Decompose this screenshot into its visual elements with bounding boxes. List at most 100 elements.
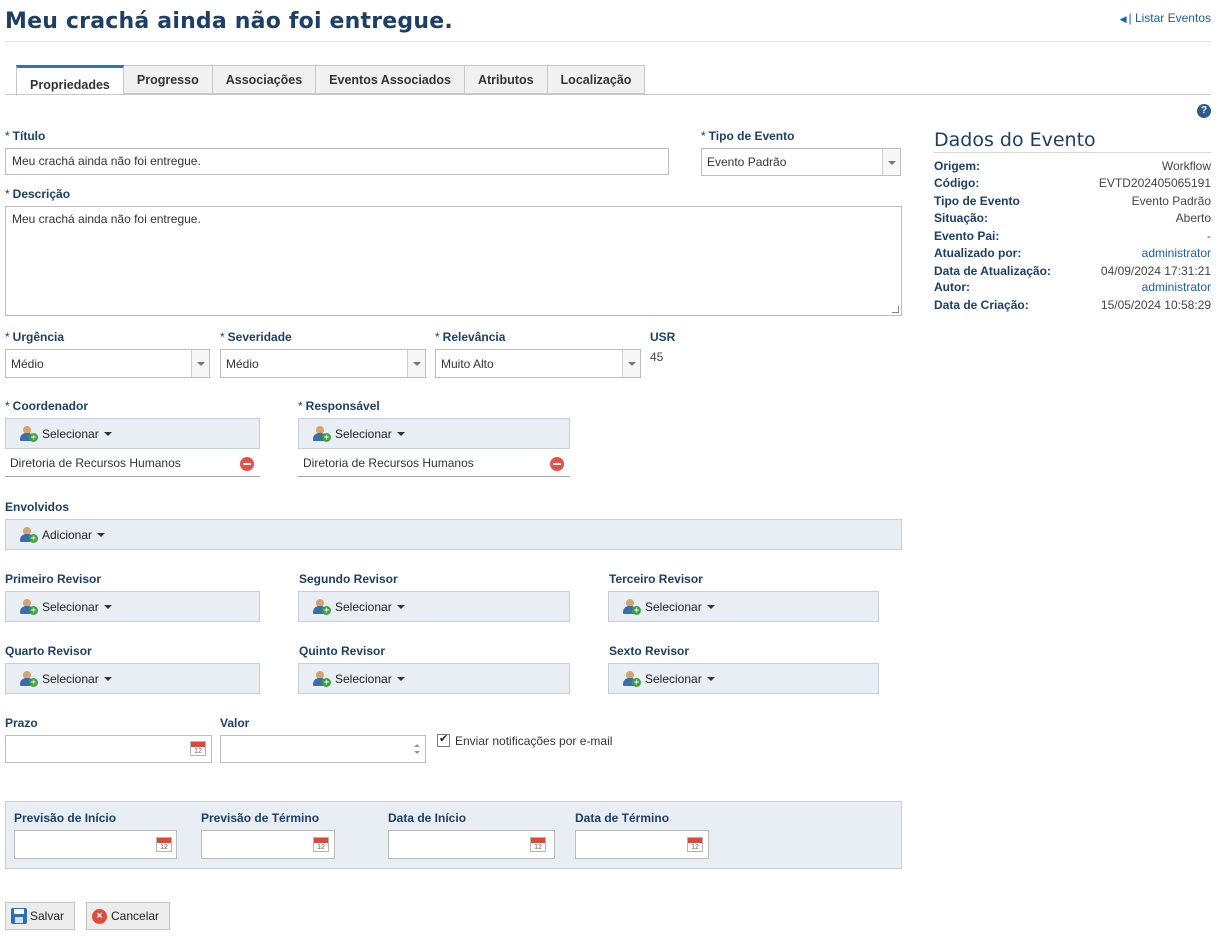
previsao-inicio-label: Previsão de Início — [14, 811, 117, 825]
info-row-atualizado-por: Atualizado por: administrator — [934, 246, 1211, 260]
segundo-revisor-select-button[interactable]: + Selecionar — [298, 591, 570, 622]
save-icon — [11, 908, 27, 924]
responsavel-button-label: Selecionar — [335, 427, 392, 441]
usr-value: 45 — [650, 350, 664, 364]
caret-down-icon — [103, 677, 112, 681]
user-add-icon: + — [313, 671, 331, 687]
responsavel-select-button[interactable]: + Selecionar — [298, 418, 570, 449]
number-spinner-icon[interactable] — [411, 736, 423, 762]
prazo-input[interactable]: 12 — [5, 735, 212, 763]
prazo-label: Prazo — [5, 716, 38, 730]
sexto-revisor-select-button[interactable]: + Selecionar — [608, 663, 879, 694]
severidade-value: Médio — [226, 356, 259, 371]
coordenador-select-button[interactable]: + Selecionar — [5, 418, 260, 449]
info-row-situacao: Situação: Aberto — [934, 211, 1211, 225]
list-events-label: | Listar Eventos — [1128, 11, 1212, 25]
data-termino-input[interactable]: 12 — [575, 830, 709, 859]
valor-input[interactable] — [220, 735, 426, 763]
page-title: Meu crachá ainda não foi entregue. — [5, 9, 453, 34]
descricao-label: * Descrição — [5, 187, 71, 201]
cancel-icon: × — [92, 908, 107, 924]
primeiro-revisor-button-label: Selecionar — [42, 600, 99, 614]
chevron-down-icon[interactable] — [622, 350, 640, 377]
primeiro-revisor-select-button[interactable]: + Selecionar — [5, 591, 260, 622]
tipo-evento-label: * Tipo de Evento — [701, 129, 795, 143]
sexto-revisor-button-label: Selecionar — [645, 672, 702, 686]
user-add-icon: + — [20, 599, 38, 615]
calendar-icon[interactable]: 12 — [190, 741, 206, 756]
segundo-revisor-button-label: Selecionar — [335, 600, 392, 614]
info-row-origem: Origem: Workflow — [934, 159, 1211, 173]
save-label: Salvar — [30, 909, 65, 923]
responsavel-assigned-name: Diretoria de Recursos Humanos — [303, 456, 474, 470]
tab-eventos-associados[interactable]: Eventos Associados — [316, 65, 465, 94]
data-inicio-label: Data de Início — [388, 811, 467, 825]
dados-evento-title: Dados do Evento — [934, 129, 1096, 151]
help-icon[interactable]: ? — [1197, 104, 1211, 118]
envolvidos-add-button[interactable]: + Adicionar — [5, 519, 902, 550]
remove-icon[interactable] — [550, 457, 564, 471]
titulo-input[interactable]: Meu crachá ainda não foi entregue. — [5, 148, 669, 175]
relevancia-label: * Relevância — [435, 330, 506, 344]
relevancia-select[interactable]: Muito Alto — [435, 349, 641, 378]
tab-localizacao[interactable]: Localização — [547, 65, 646, 94]
relevancia-value: Muito Alto — [441, 356, 494, 371]
cancel-button[interactable]: × Cancelar — [86, 902, 170, 930]
calendar-icon[interactable]: 12 — [530, 837, 546, 852]
urgencia-select[interactable]: Médio — [5, 349, 210, 378]
chevron-down-icon[interactable] — [407, 350, 425, 377]
remove-icon[interactable] — [240, 457, 254, 471]
user-add-icon: + — [313, 426, 331, 442]
quinto-revisor-select-button[interactable]: + Selecionar — [298, 663, 570, 694]
coordenador-assigned-name: Diretoria de Recursos Humanos — [10, 456, 181, 470]
previsao-termino-label: Previsão de Término — [201, 811, 320, 825]
info-row-tipo-evento: Tipo de Evento Evento Padrão — [934, 194, 1211, 208]
envolvidos-button-label: Adicionar — [42, 528, 93, 542]
tipo-evento-select[interactable]: Evento Padrão — [701, 148, 901, 176]
user-add-icon: + — [20, 527, 38, 543]
quarto-revisor-button-label: Selecionar — [42, 672, 99, 686]
tab-associacoes[interactable]: Associações — [212, 65, 317, 94]
user-add-icon: + — [313, 599, 331, 615]
calendar-icon[interactable]: 12 — [156, 837, 172, 852]
severidade-label: * Severidade — [220, 330, 292, 344]
notificacoes-checkbox[interactable] — [437, 732, 450, 747]
coordenador-assigned: Diretoria de Recursos Humanos — [5, 449, 260, 477]
user-add-icon: + — [20, 671, 38, 687]
atualizado-por-link[interactable]: administrator — [1142, 246, 1211, 260]
data-inicio-input[interactable]: 12 — [388, 830, 555, 859]
notificacoes-label: Enviar notificações por e-mail — [455, 734, 613, 748]
resize-handle-icon[interactable] — [892, 306, 899, 313]
severidade-select[interactable]: Médio — [220, 349, 426, 378]
terceiro-revisor-select-button[interactable]: + Selecionar — [608, 591, 879, 622]
user-add-icon: + — [623, 671, 641, 687]
calendar-icon[interactable]: 12 — [687, 837, 703, 852]
save-button[interactable]: Salvar — [5, 902, 75, 930]
quinto-revisor-label: Quinto Revisor — [299, 644, 386, 658]
back-arrow-icon: ◀ — [1119, 14, 1127, 24]
user-add-icon: + — [20, 426, 38, 442]
calendar-icon[interactable]: 12 — [313, 837, 329, 852]
tab-progresso[interactable]: Progresso — [123, 65, 213, 94]
chevron-down-icon[interactable] — [191, 350, 209, 377]
data-termino-label: Data de Término — [575, 811, 670, 825]
chevron-down-icon[interactable] — [882, 149, 900, 175]
descricao-textarea[interactable]: Meu crachá ainda não foi entregue. — [5, 206, 902, 316]
info-row-data-atualizacao: Data de Atualização: 04/09/2024 17:31:21 — [934, 264, 1211, 278]
responsavel-label: * Responsável — [298, 399, 380, 413]
tab-atributos[interactable]: Atributos — [464, 65, 548, 94]
coordenador-label: * Coordenador — [5, 399, 89, 413]
usr-label: USR — [650, 330, 676, 344]
info-row-data-criacao: Data de Criação: 15/05/2024 10:58:29 — [934, 298, 1211, 312]
info-row-evento-pai: Evento Pai: - — [934, 229, 1211, 243]
evento-pai-link[interactable]: - — [1207, 229, 1211, 243]
cancel-label: Cancelar — [111, 909, 160, 923]
previsao-inicio-input[interactable]: 12 — [14, 830, 177, 859]
previsao-termino-input[interactable]: 12 — [201, 830, 335, 859]
caret-down-icon — [396, 677, 405, 681]
tab-propriedades[interactable]: Propriedades — [16, 65, 124, 96]
quarto-revisor-select-button[interactable]: + Selecionar — [5, 663, 260, 694]
list-events-link[interactable]: ◀ | Listar Eventos — [1120, 11, 1211, 25]
autor-link[interactable]: administrator — [1142, 280, 1211, 294]
tab-bar: Propriedades Progresso Associações Event… — [16, 65, 646, 96]
